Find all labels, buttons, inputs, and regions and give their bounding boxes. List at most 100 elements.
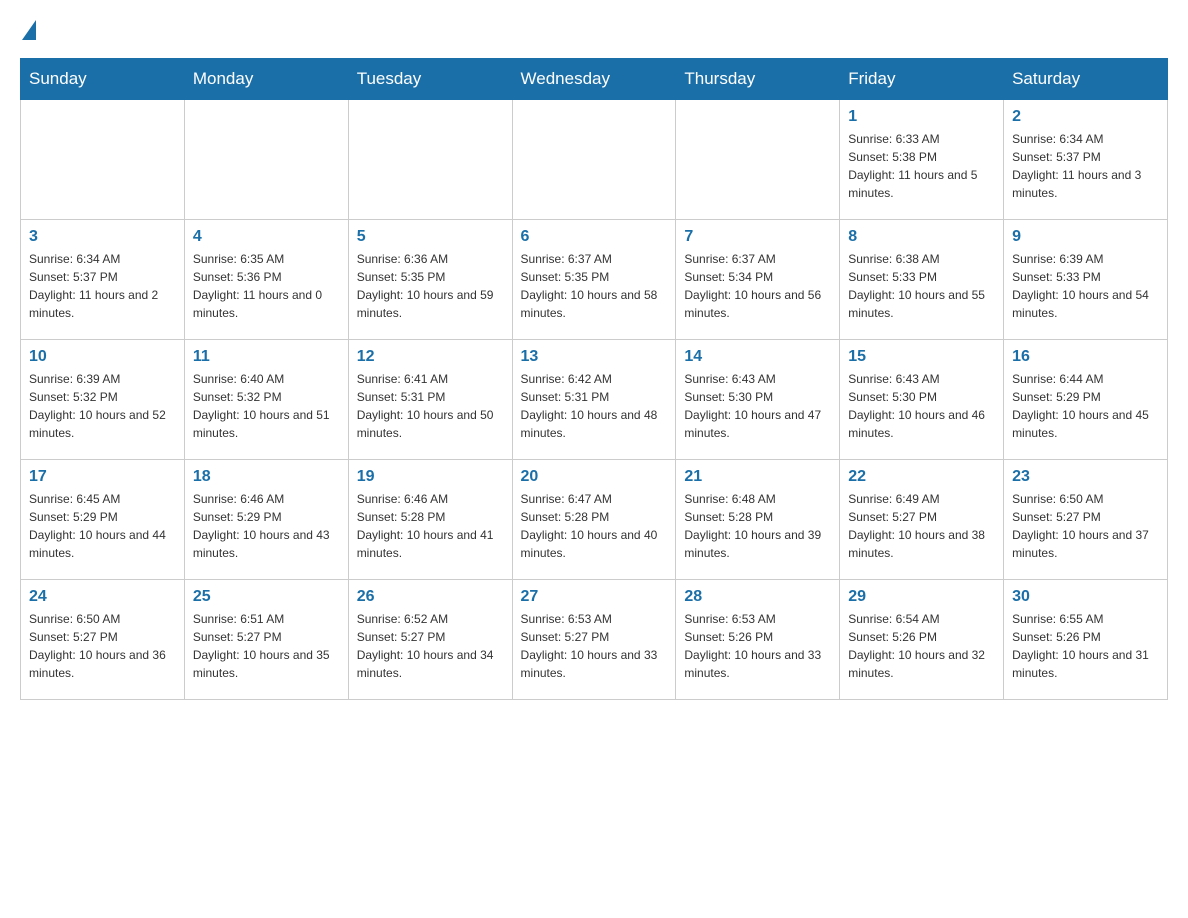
day-info: Sunrise: 6:46 AM Sunset: 5:28 PM Dayligh… (357, 490, 504, 562)
calendar-cell: 6 Sunrise: 6:37 AM Sunset: 5:35 PM Daylig… (512, 220, 676, 340)
calendar-table: SundayMondayTuesdayWednesdayThursdayFrid… (20, 58, 1168, 700)
calendar-header-monday: Monday (184, 59, 348, 100)
day-info: Sunrise: 6:53 AM Sunset: 5:27 PM Dayligh… (521, 610, 668, 682)
calendar-week-row: 17 Sunrise: 6:45 AM Sunset: 5:29 PM Dayli… (21, 460, 1168, 580)
day-info: Sunrise: 6:44 AM Sunset: 5:29 PM Dayligh… (1012, 370, 1159, 442)
day-number: 19 (357, 468, 504, 486)
day-number: 3 (29, 228, 176, 246)
day-info: Sunrise: 6:36 AM Sunset: 5:35 PM Dayligh… (357, 250, 504, 322)
day-number: 5 (357, 228, 504, 246)
calendar-cell: 9Sunrise: 6:39 AM Sunset: 5:33 PM Daylig… (1004, 220, 1168, 340)
calendar-cell (184, 100, 348, 220)
day-number: 11 (193, 348, 340, 366)
day-number: 8 (848, 228, 995, 246)
calendar-cell: 10 Sunrise: 6:39 AM Sunset: 5:32 PM Dayli… (21, 340, 185, 460)
day-number: 22 (848, 468, 995, 486)
day-info: Sunrise: 6:54 AM Sunset: 5:26 PM Dayligh… (848, 610, 995, 682)
day-info: Sunrise: 6:35 AM Sunset: 5:36 PM Dayligh… (193, 250, 340, 322)
calendar-cell: 17 Sunrise: 6:45 AM Sunset: 5:29 PM Dayli… (21, 460, 185, 580)
day-info: Sunrise: 6:53 AM Sunset: 5:26 PM Dayligh… (684, 610, 831, 682)
calendar-header-wednesday: Wednesday (512, 59, 676, 100)
day-info: Sunrise: 6:43 AM Sunset: 5:30 PM Dayligh… (684, 370, 831, 442)
day-number: 16 (1012, 348, 1159, 366)
calendar-cell: 16 Sunrise: 6:44 AM Sunset: 5:29 PM Dayli… (1004, 340, 1168, 460)
day-number: 18 (193, 468, 340, 486)
day-number: 14 (684, 348, 831, 366)
day-number: 9 (1012, 228, 1159, 246)
day-info: Sunrise: 6:40 AM Sunset: 5:32 PM Dayligh… (193, 370, 340, 442)
day-number: 17 (29, 468, 176, 486)
day-info: Sunrise: 6:39 AM Sunset: 5:32 PM Dayligh… (29, 370, 176, 442)
calendar-header-sunday: Sunday (21, 59, 185, 100)
day-info: Sunrise: 6:51 AM Sunset: 5:27 PM Dayligh… (193, 610, 340, 682)
day-number: 15 (848, 348, 995, 366)
calendar-cell: 27 Sunrise: 6:53 AM Sunset: 5:27 PM Dayli… (512, 580, 676, 700)
day-info: Sunrise: 6:41 AM Sunset: 5:31 PM Dayligh… (357, 370, 504, 442)
day-info: Sunrise: 6:37 AM Sunset: 5:34 PM Dayligh… (684, 250, 831, 322)
calendar-week-row: 10 Sunrise: 6:39 AM Sunset: 5:32 PM Dayli… (21, 340, 1168, 460)
calendar-cell: 13Sunrise: 6:42 AM Sunset: 5:31 PM Dayli… (512, 340, 676, 460)
day-number: 1 (848, 108, 995, 126)
day-info: Sunrise: 6:46 AM Sunset: 5:29 PM Dayligh… (193, 490, 340, 562)
calendar-cell: 12 Sunrise: 6:41 AM Sunset: 5:31 PM Dayli… (348, 340, 512, 460)
calendar-cell: 4 Sunrise: 6:35 AM Sunset: 5:36 PM Daylig… (184, 220, 348, 340)
day-number: 4 (193, 228, 340, 246)
calendar-cell: 25Sunrise: 6:51 AM Sunset: 5:27 PM Dayli… (184, 580, 348, 700)
day-info: Sunrise: 6:38 AM Sunset: 5:33 PM Dayligh… (848, 250, 995, 322)
calendar-cell: 23 Sunrise: 6:50 AM Sunset: 5:27 PM Dayli… (1004, 460, 1168, 580)
day-info: Sunrise: 6:33 AM Sunset: 5:38 PM Dayligh… (848, 130, 995, 202)
calendar-cell: 15 Sunrise: 6:43 AM Sunset: 5:30 PM Dayli… (840, 340, 1004, 460)
calendar-cell: 21 Sunrise: 6:48 AM Sunset: 5:28 PM Dayli… (676, 460, 840, 580)
day-number: 28 (684, 588, 831, 606)
calendar-cell: 20Sunrise: 6:47 AM Sunset: 5:28 PM Dayli… (512, 460, 676, 580)
day-number: 26 (357, 588, 504, 606)
day-info: Sunrise: 6:48 AM Sunset: 5:28 PM Dayligh… (684, 490, 831, 562)
calendar-header-thursday: Thursday (676, 59, 840, 100)
calendar-cell (348, 100, 512, 220)
calendar-cell: 28 Sunrise: 6:53 AM Sunset: 5:26 PM Dayli… (676, 580, 840, 700)
calendar-cell: 26 Sunrise: 6:52 AM Sunset: 5:27 PM Dayli… (348, 580, 512, 700)
calendar-cell: 14 Sunrise: 6:43 AM Sunset: 5:30 PM Dayli… (676, 340, 840, 460)
day-info: Sunrise: 6:49 AM Sunset: 5:27 PM Dayligh… (848, 490, 995, 562)
day-number: 24 (29, 588, 176, 606)
day-info: Sunrise: 6:52 AM Sunset: 5:27 PM Dayligh… (357, 610, 504, 682)
calendar-cell: 7Sunrise: 6:37 AM Sunset: 5:34 PM Daylig… (676, 220, 840, 340)
calendar-cell: 8 Sunrise: 6:38 AM Sunset: 5:33 PM Daylig… (840, 220, 1004, 340)
logo (20, 20, 38, 40)
calendar-cell: 30Sunrise: 6:55 AM Sunset: 5:26 PM Dayli… (1004, 580, 1168, 700)
calendar-header-saturday: Saturday (1004, 59, 1168, 100)
calendar-cell: 5 Sunrise: 6:36 AM Sunset: 5:35 PM Daylig… (348, 220, 512, 340)
calendar-cell: 11 Sunrise: 6:40 AM Sunset: 5:32 PM Dayli… (184, 340, 348, 460)
calendar-cell: 3Sunrise: 6:34 AM Sunset: 5:37 PM Daylig… (21, 220, 185, 340)
day-number: 30 (1012, 588, 1159, 606)
calendar-week-row: 3Sunrise: 6:34 AM Sunset: 5:37 PM Daylig… (21, 220, 1168, 340)
calendar-cell: 2Sunrise: 6:34 AM Sunset: 5:37 PM Daylig… (1004, 100, 1168, 220)
calendar-week-row: 24 Sunrise: 6:50 AM Sunset: 5:27 PM Dayli… (21, 580, 1168, 700)
day-number: 21 (684, 468, 831, 486)
calendar-cell: 18 Sunrise: 6:46 AM Sunset: 5:29 PM Dayli… (184, 460, 348, 580)
day-info: Sunrise: 6:43 AM Sunset: 5:30 PM Dayligh… (848, 370, 995, 442)
day-info: Sunrise: 6:37 AM Sunset: 5:35 PM Dayligh… (521, 250, 668, 322)
day-info: Sunrise: 6:45 AM Sunset: 5:29 PM Dayligh… (29, 490, 176, 562)
calendar-cell (512, 100, 676, 220)
day-info: Sunrise: 6:50 AM Sunset: 5:27 PM Dayligh… (1012, 490, 1159, 562)
calendar-cell: 19 Sunrise: 6:46 AM Sunset: 5:28 PM Dayli… (348, 460, 512, 580)
day-number: 2 (1012, 108, 1159, 126)
calendar-cell (676, 100, 840, 220)
day-info: Sunrise: 6:50 AM Sunset: 5:27 PM Dayligh… (29, 610, 176, 682)
day-number: 10 (29, 348, 176, 366)
calendar-week-row: 1 Sunrise: 6:33 AM Sunset: 5:38 PM Daylig… (21, 100, 1168, 220)
day-number: 6 (521, 228, 668, 246)
day-number: 23 (1012, 468, 1159, 486)
calendar-cell: 29Sunrise: 6:54 AM Sunset: 5:26 PM Dayli… (840, 580, 1004, 700)
logo-triangle-icon (22, 20, 36, 40)
calendar-cell: 24 Sunrise: 6:50 AM Sunset: 5:27 PM Dayli… (21, 580, 185, 700)
calendar-header-row: SundayMondayTuesdayWednesdayThursdayFrid… (21, 59, 1168, 100)
calendar-cell (21, 100, 185, 220)
calendar-header-tuesday: Tuesday (348, 59, 512, 100)
day-number: 12 (357, 348, 504, 366)
calendar-cell: 1 Sunrise: 6:33 AM Sunset: 5:38 PM Daylig… (840, 100, 1004, 220)
day-info: Sunrise: 6:47 AM Sunset: 5:28 PM Dayligh… (521, 490, 668, 562)
day-number: 27 (521, 588, 668, 606)
day-info: Sunrise: 6:42 AM Sunset: 5:31 PM Dayligh… (521, 370, 668, 442)
